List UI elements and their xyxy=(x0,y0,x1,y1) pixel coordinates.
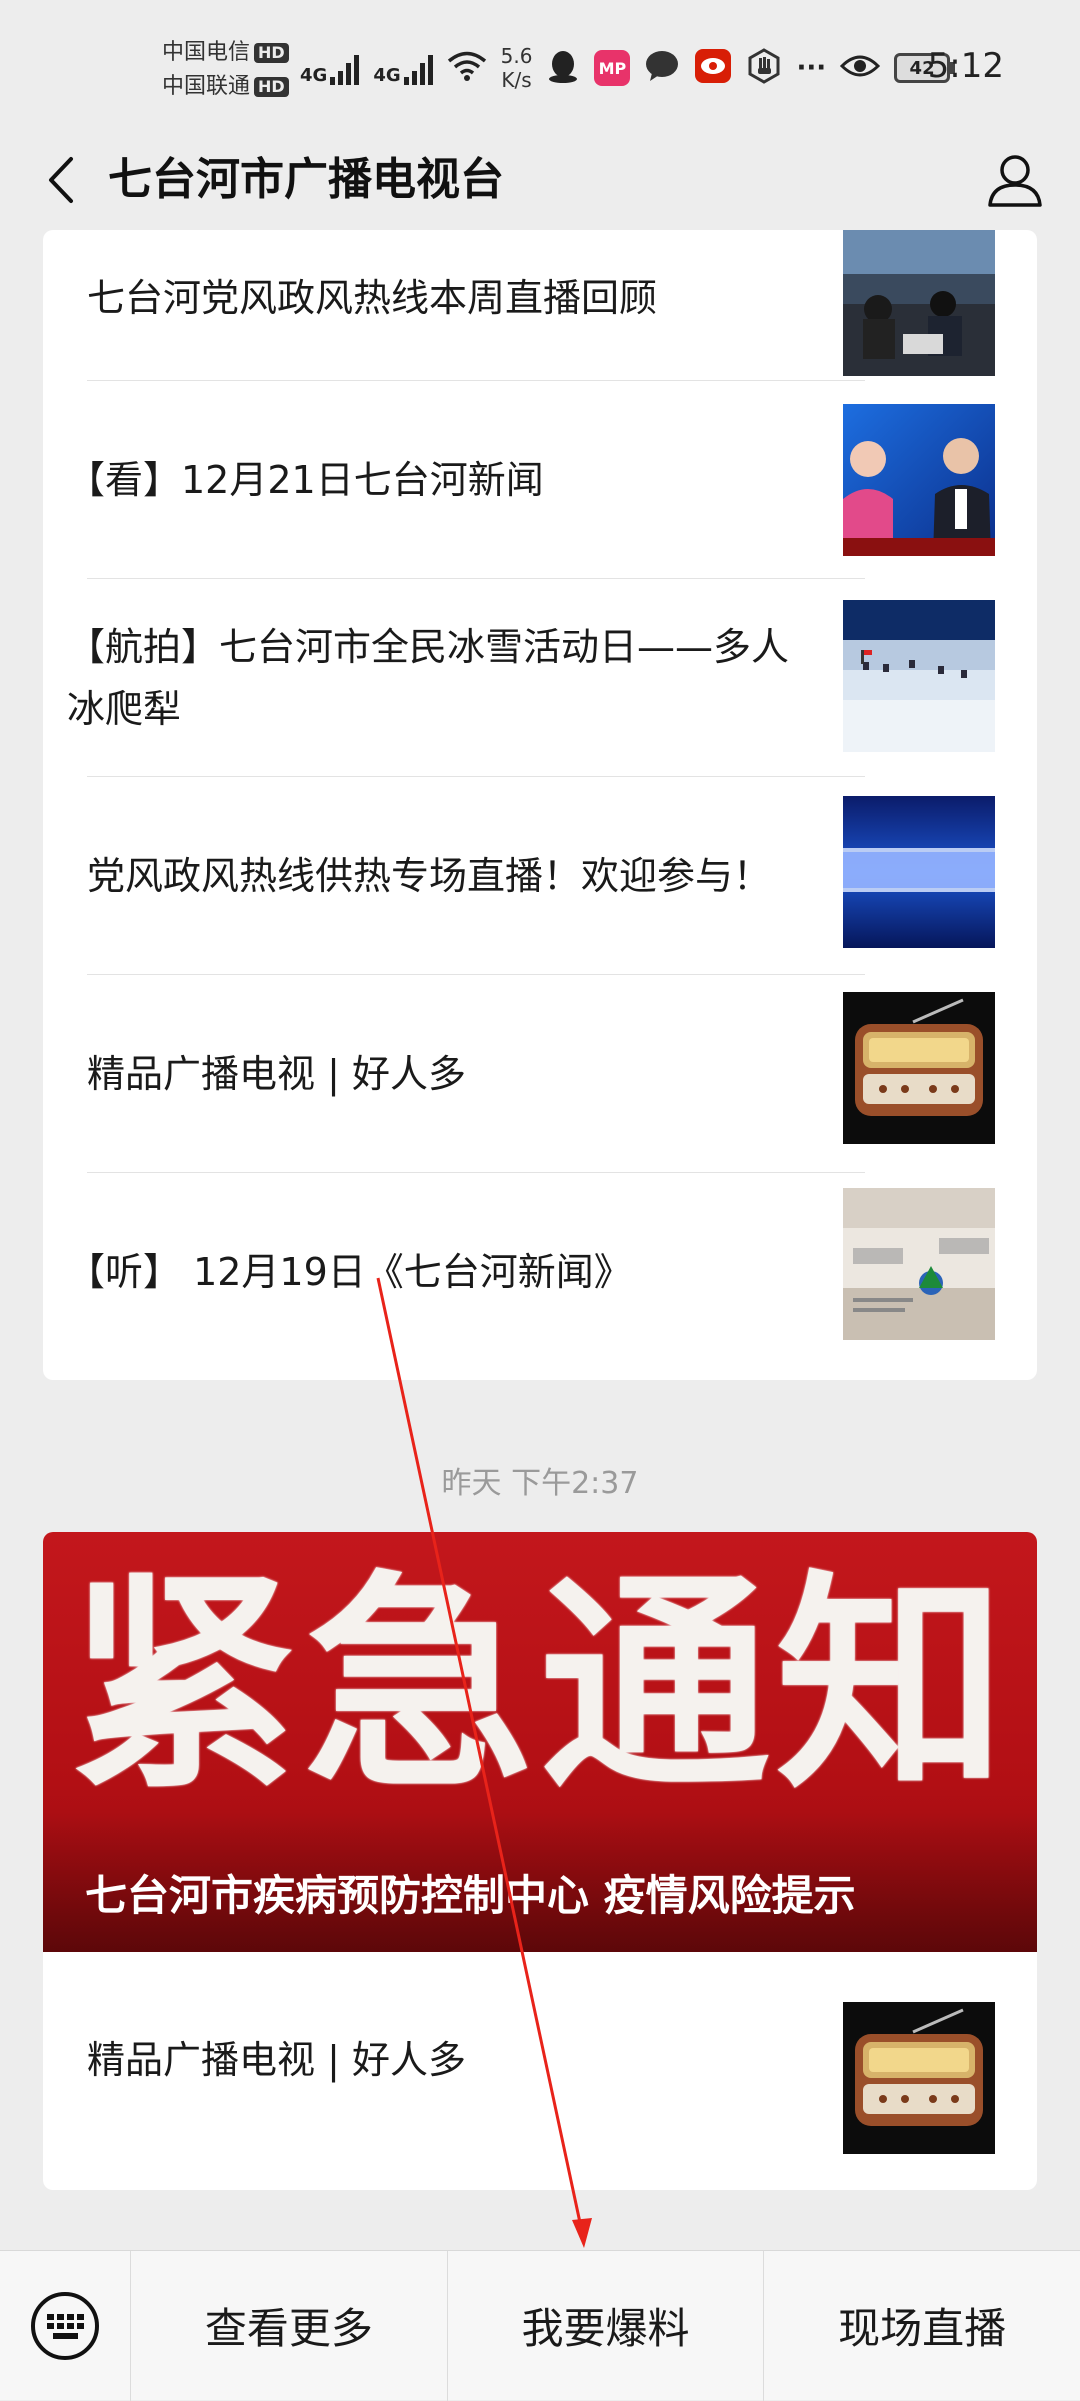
status-icons: 4G 4G 5.6 K/s MP ··· 42 xyxy=(300,40,956,96)
article-thumbnail xyxy=(843,404,995,556)
mp-app-icon: MP xyxy=(594,50,631,86)
timestamp: 昨天 下午2:37 xyxy=(441,1466,639,1501)
network-speed: 5.6 K/s xyxy=(500,44,533,92)
divider xyxy=(87,776,865,777)
article-title: 精品广播电视 | 好人多 xyxy=(87,1052,466,1096)
article-item[interactable]: 【听】 12月19日《七台河新闻》 xyxy=(43,1174,1037,1370)
keyboard-icon xyxy=(31,2291,99,2360)
status-bar: 中国电信 HD 中国联通 HD 4G 4G 5.6 K/s MP ··· 42 … xyxy=(0,0,1080,130)
clock: 5:12 xyxy=(927,46,1004,86)
article-thumbnail xyxy=(843,1188,995,1340)
hd-badge: HD xyxy=(254,77,289,97)
article-item[interactable]: 【航拍】七台河市全民冰雪活动日——多人冰爬犁 xyxy=(43,580,1037,776)
divider xyxy=(87,578,865,579)
keyboard-toggle-button[interactable] xyxy=(0,2251,130,2401)
more-dots-icon: ··· xyxy=(796,53,827,83)
hand-icon xyxy=(746,48,782,88)
profile-button[interactable] xyxy=(980,146,1050,216)
article-thumbnail xyxy=(843,600,995,752)
menu-report-tip[interactable]: 我要爆料 xyxy=(446,2250,764,2401)
article-title: 【听】 12月19日《七台河新闻》 xyxy=(67,1250,632,1294)
weibo-icon xyxy=(694,48,732,88)
bottom-menu: 查看更多 我要爆料 现场直播 xyxy=(0,2250,1080,2401)
article-item[interactable]: 七台河党风政风热线本周直播回顾 xyxy=(43,230,1037,396)
article-item[interactable]: 精品广播电视 | 好人多 xyxy=(43,976,1037,1172)
banner-headline: 紧急通知 xyxy=(67,1553,1012,1820)
article-title: 党风政风热线供热专场直播！欢迎参与！ xyxy=(87,854,772,898)
carrier-1: 中国电信 xyxy=(162,40,251,65)
message-icon xyxy=(644,49,680,87)
user-icon xyxy=(988,155,1042,207)
divider xyxy=(87,1172,865,1173)
menu-live-stream[interactable]: 现场直播 xyxy=(763,2250,1080,2401)
article-thumbnail xyxy=(843,796,995,948)
menu-view-more[interactable]: 查看更多 xyxy=(130,2250,447,2401)
carrier-info: 中国电信 HD 中国联通 HD xyxy=(162,36,289,104)
back-button[interactable] xyxy=(30,148,90,212)
radio-thumbnail xyxy=(843,992,995,1144)
eye-icon xyxy=(839,52,881,84)
article-title: 七台河党风政风热线本周直播回顾 xyxy=(87,276,658,320)
nav-bar: 七台河市广播电视台 xyxy=(0,130,1080,230)
chevron-left-icon xyxy=(49,157,73,203)
article-thumbnail xyxy=(843,230,995,376)
signal-2-icon: 4G xyxy=(373,51,433,85)
radio-thumbnail xyxy=(843,2002,995,2154)
banner-caption: 七台河市疾病预防控制中心 疫情风险提示 xyxy=(85,1871,856,1920)
article-item[interactable]: 【看】12月21日七台河新闻 xyxy=(43,382,1037,578)
article-title: 【航拍】七台河市全民冰雪活动日——多人冰爬犁 xyxy=(67,625,790,731)
article-item[interactable]: 党风政风热线供热专场直播！欢迎参与！ xyxy=(43,778,1037,974)
notice-banner[interactable]: 紧急通知 七台河市疾病预防控制中心 疫情风险提示 xyxy=(43,1532,1037,1952)
page-title: 七台河市广播电视台 xyxy=(108,154,504,205)
article-title: 【看】12月21日七台河新闻 xyxy=(67,458,544,502)
notice-card: 紧急通知 七台河市疾病预防控制中心 疫情风险提示 精品广播电视 | 好人多 xyxy=(43,1532,1037,2190)
qq-icon xyxy=(546,48,580,88)
divider xyxy=(87,974,865,975)
divider xyxy=(87,380,865,381)
article-item[interactable]: 精品广播电视 | 好人多 xyxy=(43,1962,1037,2158)
article-title: 精品广播电视 | 好人多 xyxy=(87,2038,466,2082)
signal-1-icon: 4G xyxy=(300,51,360,85)
hd-badge: HD xyxy=(254,43,289,63)
article-list-card: 七台河党风政风热线本周直播回顾 【看】12月21日七台河新闻 【航拍】七台河市全… xyxy=(43,230,1037,1380)
wifi-icon xyxy=(447,50,487,86)
carrier-2: 中国联通 xyxy=(162,74,251,99)
